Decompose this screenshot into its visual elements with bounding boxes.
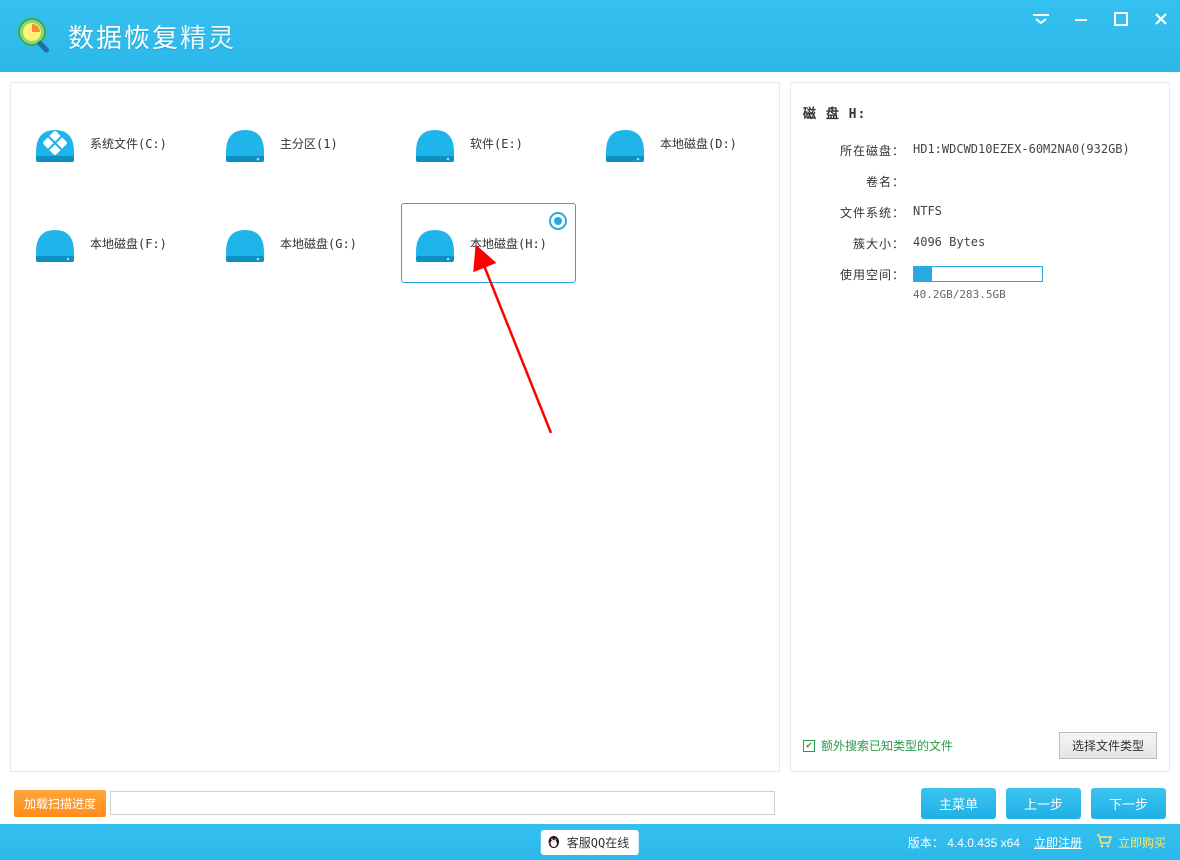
info-rows: 所在磁盘： HD1:WDCWD10EZEX-60M2NA0(932GB) 卷名：… [803,142,1157,315]
main-area: 系统文件(C:) 主分区(1) 软件(E:) 本地磁盘(D:) 本地磁盘(F:) 本地磁盘… [0,72,1180,782]
info-value: NTFS [913,204,1157,221]
info-label: 所在磁盘： [803,142,913,159]
bottom-bar: 加载扫描进度 主菜单 上一步 下一步 [0,782,1180,824]
usage-bar [913,266,1043,282]
info-value: 4096 Bytes [913,235,1157,252]
extra-search-checkbox[interactable]: ✔ 额外搜索已知类型的文件 [803,737,953,754]
drive-item[interactable]: 软件(E:) [401,103,576,183]
drive-icon [410,118,460,168]
checkbox-label: 额外搜索已知类型的文件 [821,737,953,754]
drive-grid: 系统文件(C:) 主分区(1) 软件(E:) 本地磁盘(D:) 本地磁盘(F:) 本地磁盘… [21,103,769,303]
qq-penguin-icon [547,833,561,852]
cart-icon [1096,834,1112,851]
dropdown-icon[interactable] [1032,10,1050,28]
usage-value: 40.2GB/283.5GB [913,266,1157,301]
drive-icon [600,118,650,168]
drive-label: 系统文件(C:) [90,135,167,152]
register-link[interactable]: 立即注册 [1034,834,1082,851]
buy-label: 立即购买 [1118,834,1166,851]
window-controls [1032,10,1170,28]
drive-item[interactable]: 本地磁盘(G:) [211,203,386,283]
drive-label: 本地磁盘(H:) [470,235,547,252]
drive-icon [410,218,460,268]
title-bar: 数据恢复精灵 [0,0,1180,72]
drive-item[interactable]: 主分区(1) [211,103,386,183]
drive-label: 软件(E:) [470,135,523,152]
info-panel: 磁 盘 H: 所在磁盘： HD1:WDCWD10EZEX-60M2NA0(932… [790,82,1170,772]
drive-icon [220,118,270,168]
drive-item[interactable]: 本地磁盘(D:) [591,103,766,183]
info-label: 使用空间： [803,266,913,301]
app-title-main: 数据恢复 [68,23,180,53]
close-icon[interactable] [1152,10,1170,28]
drive-icon [30,218,80,268]
info-row-volname: 卷名： [803,173,1157,190]
info-row-cluster: 簇大小： 4096 Bytes [803,235,1157,252]
maximize-icon[interactable] [1112,10,1130,28]
usage-text: 40.2GB/283.5GB [913,288,1157,301]
app-title: 数据恢复精灵 [68,18,236,55]
drive-label: 本地磁盘(F:) [90,235,167,252]
minimize-icon[interactable] [1072,10,1090,28]
main-menu-button[interactable]: 主菜单 [921,788,996,819]
drive-label: 本地磁盘(G:) [280,235,357,252]
drive-label: 本地磁盘(D:) [660,135,737,152]
status-right: 版本： 4.4.0.435 x64 立即注册 立即购买 [908,834,1166,851]
info-label: 卷名： [803,173,913,190]
info-row-usage: 使用空间： 40.2GB/283.5GB [803,266,1157,301]
drive-item[interactable]: 本地磁盘(F:) [21,203,196,283]
info-title: 磁 盘 H: [803,103,1157,122]
drive-label: 主分区(1) [280,135,338,152]
info-row-fs: 文件系统： NTFS [803,204,1157,221]
load-scan-progress-button[interactable]: 加载扫描进度 [14,790,106,817]
app-title-accent: 精灵 [180,23,236,53]
prev-button[interactable]: 上一步 [1006,788,1081,819]
drive-icon [220,218,270,268]
drive-item[interactable]: 本地磁盘(H:) [401,203,576,283]
check-icon: ✔ [803,740,815,752]
qq-label: 客服QQ在线 [567,834,629,851]
select-file-types-button[interactable]: 选择文件类型 [1059,732,1157,759]
next-button[interactable]: 下一步 [1091,788,1166,819]
buy-link[interactable]: 立即购买 [1096,834,1166,851]
app-logo-icon [14,14,58,58]
info-value [913,173,1157,190]
usage-fill [914,267,932,281]
info-value: HD1:WDCWD10EZEX-60M2NA0(932GB) [913,142,1157,159]
qq-support-badge[interactable]: 客服QQ在线 [541,830,639,855]
info-bottom: ✔ 额外搜索已知类型的文件 选择文件类型 [803,724,1157,759]
progress-path-input[interactable] [110,791,775,815]
drives-panel: 系统文件(C:) 主分区(1) 软件(E:) 本地磁盘(D:) 本地磁盘(F:) 本地磁盘… [10,82,780,772]
version-text: 版本： 4.4.0.435 x64 [908,834,1020,851]
status-bar: 客服QQ在线 版本： 4.4.0.435 x64 立即注册 立即购买 [0,824,1180,860]
info-label: 文件系统： [803,204,913,221]
logo-wrap: 数据恢复精灵 [14,14,236,58]
info-label: 簇大小： [803,235,913,252]
info-row-disk: 所在磁盘： HD1:WDCWD10EZEX-60M2NA0(932GB) [803,142,1157,159]
system-drive-icon [30,118,80,168]
drive-item[interactable]: 系统文件(C:) [21,103,196,183]
